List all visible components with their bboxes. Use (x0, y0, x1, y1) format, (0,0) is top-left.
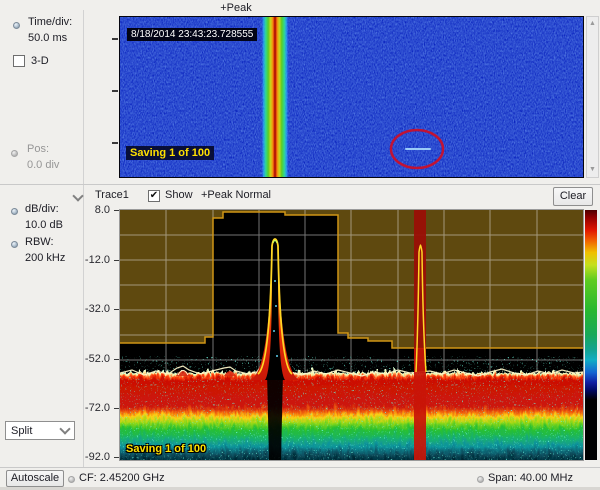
signal-analyzer-window: +Peak Time/div: 50.0 ms 3-D Pos: 0.0 div (0, 0, 600, 490)
span-bullet-icon (477, 476, 484, 483)
spectrum-saving-status: Saving 1 of 100 (126, 443, 206, 455)
spectrogram-scrollbar[interactable]: ▲ ▼ (586, 16, 599, 178)
cf-value: 2.45200 GHz (100, 472, 165, 484)
checkmark-icon: ✔ (150, 190, 158, 201)
db-div-bullet-icon (11, 208, 18, 215)
time-div-label: Time/div: (28, 16, 72, 28)
panel-divider (83, 10, 84, 467)
three-d-checkbox[interactable] (13, 55, 25, 67)
span-readout[interactable]: Span: 40.00 MHz (488, 472, 573, 484)
y-axis-tick-label: -52.0 (68, 353, 110, 365)
y-axis-tick-label: -92.0 (68, 451, 110, 463)
chevron-down-icon (59, 423, 70, 434)
db-div-label: dB/div: (25, 203, 59, 215)
y-axis-tick-label: 8.0 (68, 204, 110, 216)
spectrogram-detection-title: +Peak (190, 2, 282, 14)
collapse-chevron-icon[interactable] (72, 190, 83, 201)
span-label: Span: (488, 472, 517, 484)
rbw-label: RBW: (25, 236, 54, 248)
statusbar-divider (0, 467, 600, 468)
spectrum-display[interactable]: Saving 1 of 100 (119, 209, 584, 461)
trace-mode-label: +Peak Normal (201, 189, 271, 201)
clear-button[interactable]: Clear (553, 187, 593, 206)
section-divider (0, 184, 600, 185)
transient-streak (405, 148, 431, 150)
spectrogram-tick (112, 38, 118, 40)
spectrogram-tick (112, 90, 118, 92)
peak-shadow (267, 372, 283, 460)
spectrum-graphic (120, 210, 583, 460)
show-checkbox[interactable]: ✔ (148, 190, 160, 202)
rbw-bullet-icon (11, 241, 18, 248)
pos-value: 0.0 div (27, 159, 59, 171)
spectrogram-saving-status: Saving 1 of 100 (126, 146, 214, 160)
y-axis-tick-label: -72.0 (68, 402, 110, 414)
y-axis-tick-label: -12.0 (68, 254, 110, 266)
spectrogram-tick (112, 142, 118, 144)
three-d-label: 3-D (31, 55, 49, 67)
scroll-down-icon[interactable]: ▼ (587, 164, 598, 176)
trace-name-label[interactable]: Trace1 (95, 189, 129, 201)
cf-label: CF: (79, 472, 97, 484)
spectrogram-display[interactable]: 8/18/2014 23:43:23.728555 Saving 1 of 10… (119, 16, 584, 178)
view-mode-value: Split (11, 425, 32, 437)
time-div-value[interactable]: 50.0 ms (28, 32, 67, 44)
rbw-value[interactable]: 200 kHz (25, 252, 65, 264)
spectrogram-timestamp: 8/18/2014 23:43:23.728555 (127, 28, 257, 41)
y-axis-tick-label: -32.0 (68, 303, 110, 315)
autoscale-button[interactable]: Autoscale (6, 470, 64, 487)
pos-label: Pos: (27, 143, 49, 155)
pos-bullet-icon (11, 150, 18, 157)
db-div-value[interactable]: 10.0 dB (25, 219, 63, 231)
signal-stripe (261, 17, 289, 177)
span-value: 40.00 MHz (520, 472, 573, 484)
time-div-bullet-icon (13, 22, 20, 29)
show-label: Show (165, 189, 193, 201)
cf-bullet-icon (68, 476, 75, 483)
view-mode-select[interactable]: Split (5, 421, 75, 440)
center-frequency-readout[interactable]: CF: 2.45200 GHz (79, 472, 165, 484)
scroll-up-icon[interactable]: ▲ (587, 18, 598, 30)
dpx-colorbar (585, 210, 597, 460)
